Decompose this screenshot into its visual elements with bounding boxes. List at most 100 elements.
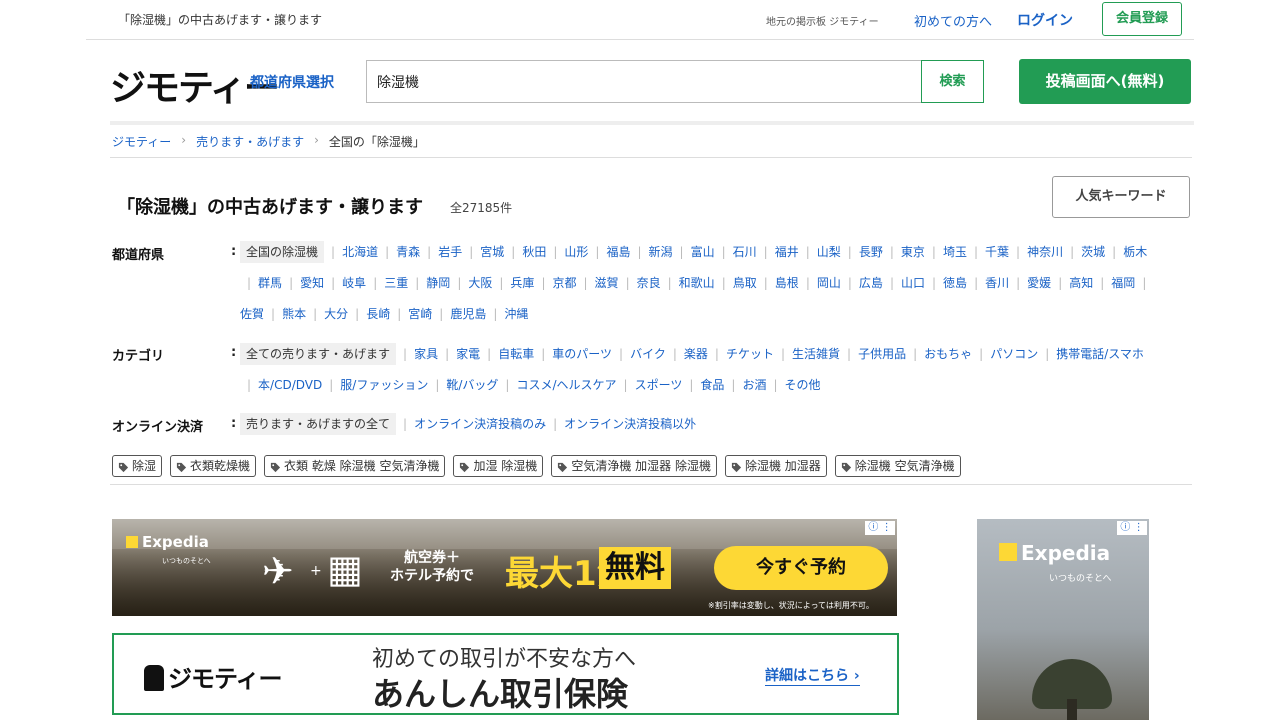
filter-item[interactable]: 家具 — [414, 339, 438, 370]
filter-item[interactable]: コスメ/ヘルスケア — [516, 370, 616, 401]
register-button[interactable]: 会員登録 — [1102, 2, 1182, 36]
filter-item[interactable]: 自転車 — [498, 339, 534, 370]
filter-separator: | — [583, 276, 588, 290]
filter-item[interactable]: 宮崎 — [408, 299, 432, 330]
filter-item[interactable]: 愛知 — [300, 268, 324, 299]
filter-item[interactable]: 山梨 — [817, 237, 841, 268]
keyword-tag[interactable]: 空気清浄機 加湿器 除湿機 — [551, 455, 717, 477]
filter-item[interactable]: 携帯電話/スマホ — [1056, 339, 1144, 370]
filter-item[interactable]: 栃木 — [1123, 237, 1147, 268]
filter-item[interactable]: おもちゃ — [924, 339, 972, 370]
keyword-tag[interactable]: 衣類乾燥機 — [170, 455, 257, 477]
breadcrumb-divider — [110, 157, 1192, 158]
login-link[interactable]: ログイン — [1017, 10, 1073, 30]
filter-item[interactable]: 楽器 — [684, 339, 708, 370]
filter-item[interactable]: 福島 — [606, 237, 630, 268]
filter-item[interactable]: 愛媛 — [1027, 268, 1051, 299]
keyword-tag[interactable]: 除湿 — [112, 455, 163, 477]
filter-item[interactable]: スポーツ — [635, 370, 683, 401]
filter-item[interactable]: 徳島 — [943, 268, 967, 299]
search-button[interactable]: 検索 — [921, 60, 984, 103]
breadcrumb-category[interactable]: 売ります・あげます — [196, 133, 304, 150]
filter-item[interactable]: 車のパーツ — [552, 339, 612, 370]
filter-item[interactable]: 服/ファッション — [340, 370, 428, 401]
filter-item[interactable]: バイク — [630, 339, 666, 370]
insurance-logo: ジモティー — [144, 659, 283, 694]
filter-item[interactable]: 北海道 — [342, 237, 378, 268]
filter-item[interactable]: 青森 — [396, 237, 420, 268]
filter-item[interactable]: 岩手 — [438, 237, 462, 268]
filter-item[interactable]: 奈良 — [637, 268, 661, 299]
filter-item[interactable]: 山口 — [901, 268, 925, 299]
filter-item[interactable]: 家電 — [456, 339, 480, 370]
insurance-banner[interactable]: ジモティー 初めての取引が不安な方へ あんしん取引保険 詳細はこちら › — [112, 633, 899, 715]
filter-item[interactable]: 香川 — [985, 268, 1009, 299]
expedia-ad-banner[interactable]: ⓘ ⋮ Expedia いつものそとへ ✈ + ▦ 航空券＋ ホテル予約で 最大1… — [112, 519, 897, 616]
keyword-tag[interactable]: 除湿機 加湿器 — [724, 455, 827, 477]
keyword-tag[interactable]: 加湿 除湿機 — [453, 455, 544, 477]
filter-item[interactable]: 高知 — [1069, 268, 1093, 299]
ad-info-icon[interactable]: ⓘ ⋮ — [865, 521, 895, 535]
filter-item[interactable]: 島根 — [775, 268, 799, 299]
breadcrumb-home[interactable]: ジモティー — [112, 133, 171, 150]
filter-item[interactable]: 生活雑貨 — [792, 339, 840, 370]
keyword-tag[interactable]: 衣類 乾燥 除湿機 空気清浄機 — [264, 455, 446, 477]
first-time-link[interactable]: 初めての方へ — [914, 11, 992, 30]
filter-item[interactable]: 兵庫 — [510, 268, 534, 299]
filter-item[interactable]: 山形 — [564, 237, 588, 268]
filter-item[interactable]: 長野 — [859, 237, 883, 268]
filter-item[interactable]: その他 — [785, 370, 821, 401]
filter-item[interactable]: 富山 — [691, 237, 715, 268]
filter-item[interactable]: 静岡 — [426, 268, 450, 299]
ad-info-icon[interactable]: ⓘ ⋮ — [1117, 521, 1147, 535]
filter-item[interactable]: 新潟 — [649, 237, 673, 268]
filter-item[interactable]: 広島 — [859, 268, 883, 299]
tag-icon — [459, 461, 470, 472]
filter-item[interactable]: 長崎 — [366, 299, 390, 330]
filter-item[interactable]: 福岡 — [1111, 268, 1135, 299]
filter-item[interactable]: 岐阜 — [342, 268, 366, 299]
filter-item[interactable]: 本/CD/DVD — [258, 370, 322, 401]
keyword-tag[interactable]: 除湿機 空気清浄機 — [834, 455, 961, 477]
filter-item[interactable]: お酒 — [742, 370, 766, 401]
top-bar: 「除湿機」の中古あげます・譲ります 地元の掲示板 ジモティー 初めての方へ ログ… — [86, 0, 1194, 40]
ad-cta-button[interactable]: 今すぐ予約 — [714, 546, 888, 590]
filter-item[interactable]: 石川 — [733, 237, 757, 268]
filter-item[interactable]: チケット — [726, 339, 774, 370]
filter-item[interactable]: 靴/バッグ — [446, 370, 498, 401]
post-button[interactable]: 投稿画面へ(無料) — [1019, 59, 1191, 104]
filter-item[interactable]: オンライン決済投稿のみ — [414, 409, 546, 440]
expedia-side-ad[interactable]: ⓘ ⋮ Expedia いつものそとへ — [977, 519, 1149, 720]
search-input[interactable] — [366, 60, 922, 103]
popular-keywords-button[interactable]: 人気キーワード — [1052, 176, 1190, 218]
filter-item[interactable]: 大阪 — [468, 268, 492, 299]
filter-item[interactable]: 福井 — [775, 237, 799, 268]
filter-item[interactable]: 佐賀 — [240, 299, 264, 330]
insurance-details-link[interactable]: 詳細はこちら › — [765, 665, 860, 686]
filter-item[interactable]: 東京 — [901, 237, 925, 268]
tag-icon — [270, 461, 281, 472]
filter-item[interactable]: 滋賀 — [595, 268, 619, 299]
filter-item[interactable]: 茨城 — [1081, 237, 1105, 268]
filter-item[interactable]: 熊本 — [282, 299, 306, 330]
prefecture-select-link[interactable]: 都道府県選択 — [250, 72, 334, 92]
filter-item[interactable]: 千葉 — [985, 237, 1009, 268]
filter-item[interactable]: 三重 — [384, 268, 408, 299]
filter-item[interactable]: 群馬 — [258, 268, 282, 299]
filter-item[interactable]: 京都 — [552, 268, 576, 299]
filter-item[interactable]: 和歌山 — [679, 268, 715, 299]
filter-item[interactable]: 食品 — [700, 370, 724, 401]
filter-item[interactable]: 埼玉 — [943, 237, 967, 268]
filter-item[interactable]: 鳥取 — [733, 268, 757, 299]
filter-separator: | — [373, 276, 378, 290]
filter-item[interactable]: 秋田 — [522, 237, 546, 268]
filter-item[interactable]: 岡山 — [817, 268, 841, 299]
filter-item[interactable]: パソコン — [990, 339, 1038, 370]
filter-item[interactable]: 沖縄 — [504, 299, 528, 330]
filter-item[interactable]: 子供用品 — [858, 339, 906, 370]
filter-item[interactable]: オンライン決済投稿以外 — [564, 409, 696, 440]
filter-item[interactable]: 宮城 — [480, 237, 504, 268]
filter-item[interactable]: 神奈川 — [1027, 237, 1063, 268]
filter-item[interactable]: 大分 — [324, 299, 348, 330]
filter-item[interactable]: 鹿児島 — [450, 299, 486, 330]
